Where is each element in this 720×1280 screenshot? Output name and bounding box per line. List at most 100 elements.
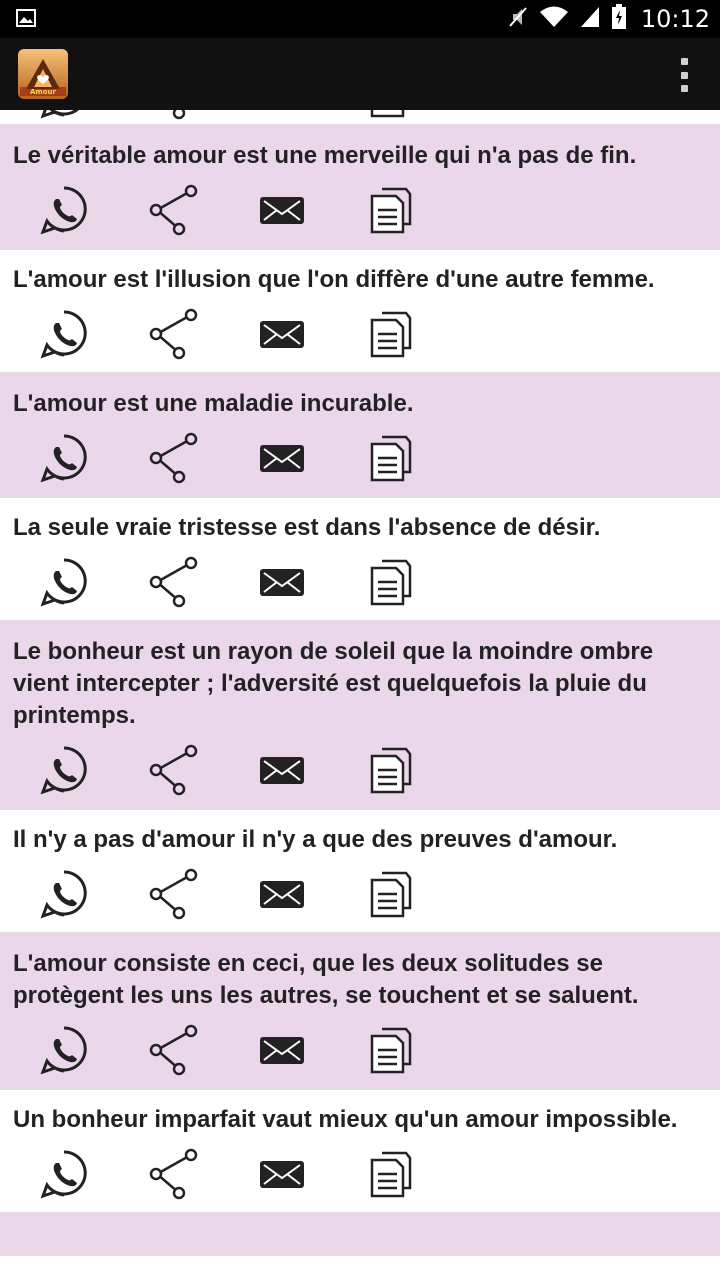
share-icon xyxy=(149,1148,198,1200)
copy-icon xyxy=(370,559,412,606)
email-button[interactable] xyxy=(258,110,368,124)
whatsapp-button[interactable] xyxy=(38,552,148,612)
quote-text: La seule vraie tristesse est dans l'abse… xyxy=(13,514,601,541)
email-button[interactable] xyxy=(258,864,368,924)
action-row xyxy=(0,1012,720,1088)
whatsapp-button[interactable] xyxy=(38,428,148,488)
whatsapp-button[interactable] xyxy=(38,304,148,364)
action-row xyxy=(0,420,720,496)
share-icon xyxy=(149,744,198,796)
email-icon xyxy=(260,445,304,472)
copy-icon xyxy=(370,871,412,918)
quote-text: Il n'y a pas d'amour il n'y a que des pr… xyxy=(13,826,618,853)
whatsapp-button[interactable] xyxy=(38,864,148,924)
overflow-menu-icon[interactable] xyxy=(678,58,690,92)
list-item: L'amour est une maladie incurable. xyxy=(0,374,720,498)
share-button[interactable] xyxy=(148,740,258,800)
list-item: Un bonheur imparfait vaut mieux qu'un am… xyxy=(0,1090,720,1214)
quote-text: L'amour consiste en ceci, que les deux s… xyxy=(13,950,639,1009)
email-button[interactable] xyxy=(258,1144,368,1204)
copy-icon xyxy=(370,435,412,482)
email-icon xyxy=(260,881,304,908)
whatsapp-icon xyxy=(40,558,87,607)
list-item: L'amour consiste en ceci, que les deux s… xyxy=(0,934,720,1090)
share-icon xyxy=(149,432,198,484)
email-button[interactable] xyxy=(258,552,368,612)
svg-text:Amour: Amour xyxy=(30,88,57,96)
whatsapp-icon xyxy=(40,310,87,359)
action-row xyxy=(0,172,720,248)
share-icon xyxy=(172,110,186,120)
email-button[interactable] xyxy=(258,740,368,800)
list-item: La seule vraie tristesse est dans l'abse… xyxy=(0,498,720,622)
whatsapp-icon xyxy=(40,434,87,483)
copy-icon xyxy=(370,311,412,358)
whatsapp-icon xyxy=(40,186,87,235)
action-row xyxy=(0,544,720,620)
email-icon xyxy=(258,110,306,112)
action-row xyxy=(0,296,720,372)
email-icon xyxy=(260,1161,304,1188)
copy-button[interactable] xyxy=(368,740,478,800)
email-button[interactable] xyxy=(258,304,368,364)
whatsapp-button[interactable] xyxy=(38,1144,148,1204)
email-icon xyxy=(260,569,304,596)
share-button[interactable] xyxy=(148,428,258,488)
list-item: L'amour est l'illusion que l'on diffère … xyxy=(0,250,720,374)
copy-button[interactable] xyxy=(368,552,478,612)
email-button[interactable] xyxy=(258,1020,368,1080)
email-button[interactable] xyxy=(258,180,368,240)
list-item-partial xyxy=(0,110,720,126)
mute-icon xyxy=(507,5,529,34)
whatsapp-button[interactable] xyxy=(38,740,148,800)
whatsapp-icon xyxy=(40,870,87,919)
copy-button[interactable] xyxy=(368,1020,478,1080)
email-icon xyxy=(260,757,304,784)
list-item: Il n'y a pas d'amour il n'y a que des pr… xyxy=(0,810,720,934)
whatsapp-icon xyxy=(40,110,79,119)
email-icon xyxy=(260,1037,304,1064)
copy-button[interactable] xyxy=(368,864,478,924)
battery-icon xyxy=(611,3,627,35)
signal-icon xyxy=(579,5,601,34)
whatsapp-button[interactable] xyxy=(38,110,148,124)
whatsapp-button[interactable] xyxy=(38,1020,148,1080)
copy-icon xyxy=(370,110,405,118)
share-button[interactable] xyxy=(148,1144,258,1204)
share-button[interactable] xyxy=(148,304,258,364)
share-icon xyxy=(149,1024,198,1076)
whatsapp-icon xyxy=(40,746,87,795)
copy-button[interactable] xyxy=(368,180,478,240)
copy-icon xyxy=(370,747,412,794)
copy-icon xyxy=(370,187,412,234)
quote-list[interactable]: Le véritable amour est une merveille qui… xyxy=(0,110,720,1280)
action-row xyxy=(0,110,720,124)
share-icon xyxy=(149,556,198,608)
copy-button[interactable] xyxy=(368,428,478,488)
quote-text: Le bonheur est un rayon de soleil que la… xyxy=(13,638,654,729)
action-row xyxy=(0,732,720,808)
share-icon xyxy=(149,308,198,360)
copy-button[interactable] xyxy=(368,110,478,124)
app-bar: Amour xyxy=(0,38,720,110)
list-item: Le bonheur est un rayon de soleil que la… xyxy=(0,622,720,810)
copy-button[interactable] xyxy=(368,304,478,364)
whatsapp-button[interactable] xyxy=(38,180,148,240)
status-bar: 10:12 xyxy=(0,0,720,38)
list-item: Le véritable amour est une merveille qui… xyxy=(0,126,720,250)
image-icon xyxy=(16,9,36,32)
app-logo-icon[interactable]: Amour xyxy=(18,49,68,99)
share-button[interactable] xyxy=(148,864,258,924)
copy-button[interactable] xyxy=(368,1144,478,1204)
share-button[interactable] xyxy=(148,110,258,124)
share-button[interactable] xyxy=(148,552,258,612)
whatsapp-icon xyxy=(40,1026,87,1075)
email-icon xyxy=(260,321,304,348)
share-button[interactable] xyxy=(148,180,258,240)
action-row xyxy=(0,1136,720,1212)
quote-text: Un bonheur imparfait vaut mieux qu'un am… xyxy=(13,1106,678,1133)
email-icon xyxy=(260,197,304,224)
email-button[interactable] xyxy=(258,428,368,488)
share-button[interactable] xyxy=(148,1020,258,1080)
quote-text: Le véritable amour est une merveille qui… xyxy=(13,142,637,169)
